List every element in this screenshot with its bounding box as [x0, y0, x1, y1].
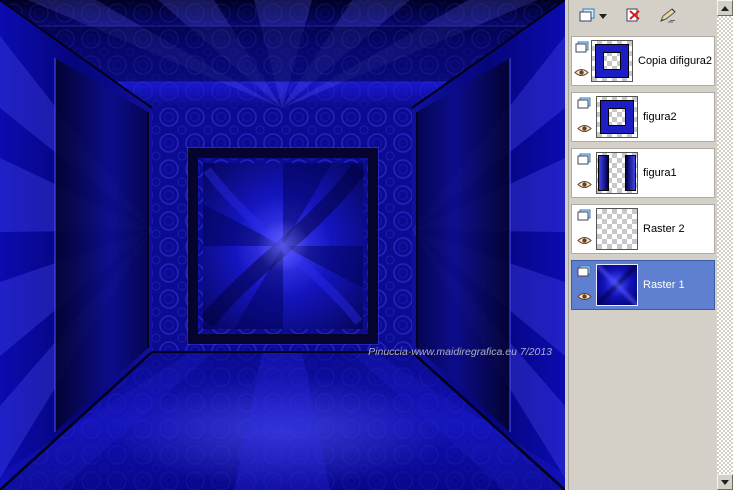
layer-label: figura1 — [643, 167, 677, 179]
layer-type-icon — [575, 40, 589, 58]
visibility-eye-icon[interactable] — [576, 120, 592, 138]
layer-type-icon — [577, 152, 591, 170]
new-layer-dropdown-arrow-icon — [599, 13, 607, 19]
layer-label: Copia difigura2 — [638, 55, 712, 67]
new-layer-button[interactable] — [575, 4, 611, 28]
thumbnail-frame-art — [596, 45, 628, 77]
layer-type-icon — [577, 264, 591, 282]
scroll-down-button[interactable] — [717, 474, 733, 490]
arrow-down-icon — [721, 479, 729, 485]
arrow-up-icon — [721, 5, 729, 11]
pen-icon — [659, 7, 677, 26]
layer-type-icon — [577, 96, 591, 114]
edit-pen-button[interactable] — [655, 3, 681, 29]
layer-row-figura2[interactable]: figura2 — [571, 92, 715, 142]
layer-thumbnail — [591, 40, 633, 82]
scroll-up-button[interactable] — [717, 0, 733, 16]
thumbnail-frame-art — [601, 101, 633, 133]
new-layer-icon — [579, 8, 595, 25]
layer-type-icon — [577, 208, 591, 226]
vertical-scrollbar[interactable] — [717, 0, 733, 490]
app-window: Pinuccia-www.maidiregrafica.eu 7/2013 Co… — [0, 0, 733, 490]
delete-layer-button[interactable] — [620, 4, 646, 28]
layer-label: Raster 1 — [643, 279, 685, 291]
canvas-area[interactable]: Pinuccia-www.maidiregrafica.eu 7/2013 — [0, 0, 565, 490]
layer-thumbnail — [596, 264, 638, 306]
layer-row-raster-1[interactable]: Raster 1 — [571, 260, 715, 310]
visibility-eye-icon[interactable] — [576, 288, 592, 306]
layers-palette: Copia difigura2 figura2 figura1 Raster 2… — [568, 0, 717, 490]
layer-label: Raster 2 — [643, 223, 685, 235]
layer-thumbnail — [596, 152, 638, 194]
visibility-eye-icon[interactable] — [574, 64, 589, 82]
delete-layer-icon — [624, 8, 642, 25]
canvas-image: Pinuccia-www.maidiregrafica.eu 7/2013 — [0, 0, 565, 490]
layer-label: figura2 — [643, 111, 677, 123]
layer-row-copia-difigura2[interactable]: Copia difigura2 — [571, 36, 715, 86]
thumbnail-bar-art — [599, 156, 608, 190]
thumbnail-bar-art — [626, 156, 635, 190]
thumbnail-blue-art — [597, 265, 637, 305]
layer-list: Copia difigura2 figura2 figura1 Raster 2… — [569, 30, 717, 310]
layer-row-figura1[interactable]: figura1 — [571, 148, 715, 198]
layers-toolbar — [569, 0, 717, 30]
visibility-eye-icon[interactable] — [576, 176, 592, 194]
layer-row-raster-2[interactable]: Raster 2 — [571, 204, 715, 254]
layer-thumbnail — [596, 208, 638, 250]
layer-thumbnail — [596, 96, 638, 138]
visibility-eye-icon[interactable] — [576, 232, 592, 250]
canvas-watermark: Pinuccia-www.maidiregrafica.eu 7/2013 — [368, 346, 552, 358]
